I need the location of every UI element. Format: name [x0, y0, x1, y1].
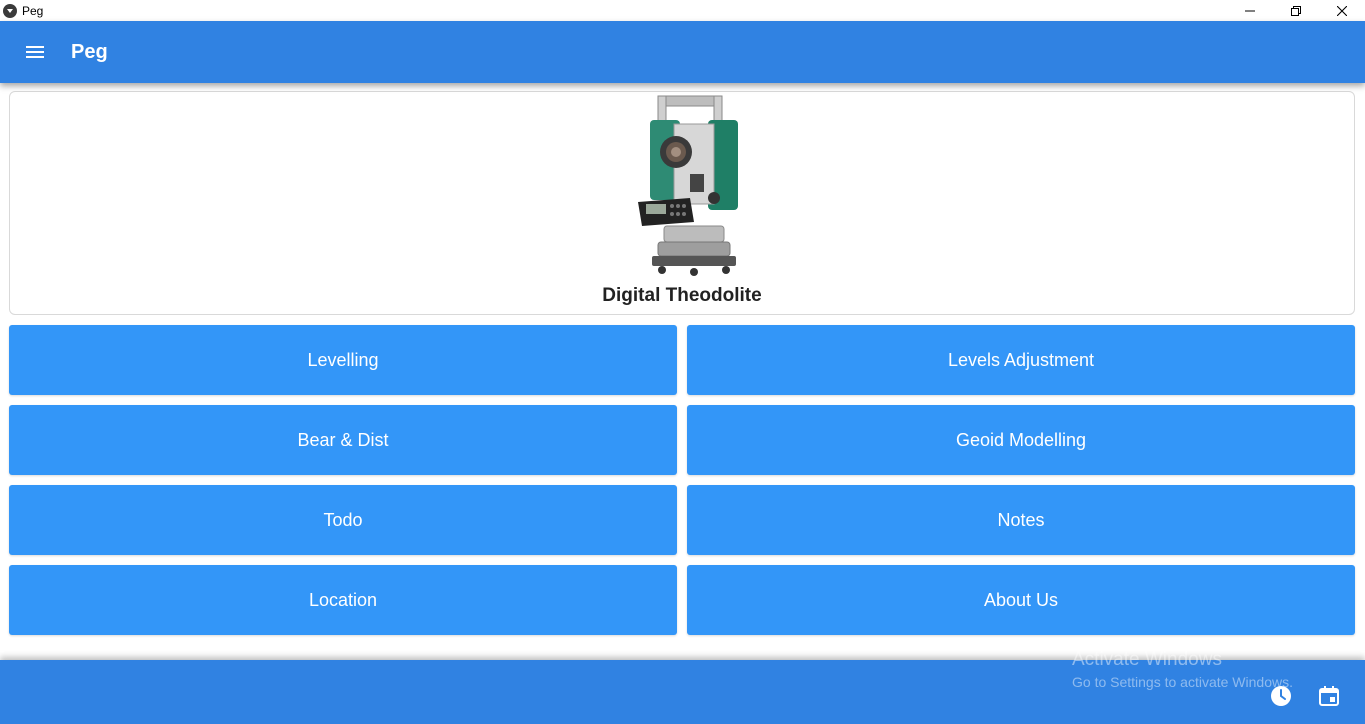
close-button[interactable]	[1319, 0, 1365, 21]
activate-windows-watermark: Activate Windows Go to Settings to activ…	[1072, 649, 1293, 690]
watermark-line2: Go to Settings to activate Windows.	[1072, 674, 1293, 690]
clock-button[interactable]	[1270, 685, 1292, 707]
minimize-button[interactable]	[1227, 0, 1273, 21]
window-title: Peg	[22, 3, 44, 18]
notes-button[interactable]: Notes	[687, 485, 1355, 555]
calendar-icon	[1319, 686, 1339, 706]
geoid-modelling-button[interactable]: Geoid Modelling	[687, 405, 1355, 475]
restore-icon	[1291, 5, 1301, 16]
todo-button[interactable]: Todo	[9, 485, 677, 555]
window-controls	[1227, 0, 1365, 21]
levels-adjustment-button[interactable]: Levels Adjustment	[687, 325, 1355, 395]
bear-dist-button[interactable]: Bear & Dist	[9, 405, 677, 475]
levelling-button[interactable]: Levelling	[9, 325, 677, 395]
minimize-icon	[1245, 10, 1255, 11]
menu-button[interactable]	[22, 39, 48, 65]
menu-icon	[26, 46, 44, 58]
location-button[interactable]: Location	[9, 565, 677, 635]
hero-card: Digital Theodolite	[9, 91, 1355, 315]
app-logo-icon	[3, 3, 17, 18]
app-title: Peg	[71, 40, 108, 63]
clock-icon	[1271, 686, 1291, 706]
app-bar: Peg	[0, 21, 1365, 83]
restore-button[interactable]	[1273, 0, 1319, 21]
close-icon	[1337, 5, 1347, 16]
window-titlebar: Peg	[0, 0, 1365, 21]
hero-caption: Digital Theodolite	[602, 285, 762, 306]
theodolite-image	[638, 95, 738, 276]
watermark-line1: Activate Windows	[1072, 649, 1222, 670]
about-us-button[interactable]: About Us	[687, 565, 1355, 635]
calendar-button[interactable]	[1318, 685, 1340, 707]
